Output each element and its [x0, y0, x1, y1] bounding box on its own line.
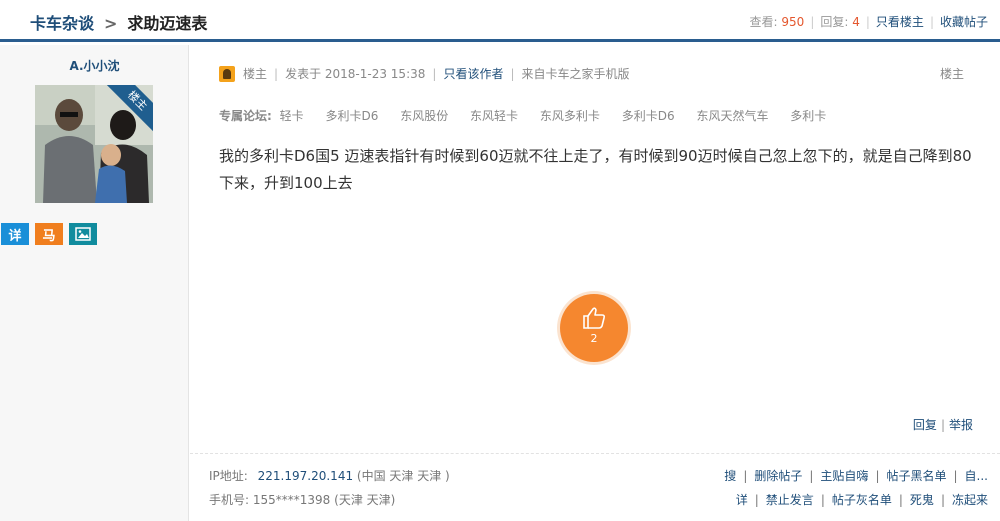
- user-level-icon: [219, 65, 235, 82]
- reply-link[interactable]: 回复: [913, 418, 937, 432]
- like-button[interactable]: 2: [560, 294, 628, 362]
- breadcrumb-separator: >: [104, 14, 118, 33]
- admin-more[interactable]: 自...: [965, 469, 988, 483]
- forum-tag[interactable]: 轻卡: [280, 109, 304, 123]
- related-forums: 专属论坛: 轻卡 多利卡D6 东风股份 东风轻卡 东风多利卡 多利卡D6 东风天…: [219, 107, 844, 124]
- post-body: 我的多利卡D6国5 迈速表指针有时候到60迈就不往上走了，有时候到90迈时候自己…: [219, 147, 972, 192]
- admin-actions-row-1: 搜 | 删除帖子 | 主贴自嗨 | 帖子黑名单 | 自...: [724, 469, 988, 483]
- post-source: 来自卡车之家手机版: [521, 67, 630, 81]
- user-detail-button[interactable]: 详: [1, 223, 29, 245]
- user-ma-button[interactable]: 马: [35, 223, 63, 245]
- avatar[interactable]: 楼主: [35, 85, 153, 203]
- ip-address[interactable]: 221.197.20.141: [258, 469, 353, 483]
- forum-tag[interactable]: 多利卡D6: [325, 109, 378, 123]
- replies-count: 4: [852, 15, 860, 29]
- phone-label: 手机号:: [209, 493, 250, 507]
- ip-location: (中国 天津 天津 ): [356, 469, 450, 483]
- views-count: 950: [781, 15, 805, 29]
- admin-blacklist[interactable]: 帖子黑名单: [886, 469, 946, 483]
- forums-label: 专属论坛:: [219, 109, 272, 123]
- replies-label: 回复:: [820, 15, 849, 29]
- post-footer: IP地址: 221.197.20.141 (中国 天津 天津 ) 手机号: 15…: [190, 453, 1000, 521]
- forum-tag[interactable]: 东风股份: [400, 109, 448, 123]
- only-author-link[interactable]: 只看该作者: [443, 65, 503, 82]
- report-link[interactable]: 举报: [949, 418, 973, 432]
- like-count: 2: [590, 332, 598, 345]
- admin-ban-speech[interactable]: 禁止发言: [766, 493, 814, 507]
- post-main: 楼主 | 发表于 2018-1-23 15:38 | 只看该作者 | 来自卡车之…: [190, 45, 1000, 521]
- post-role: 楼主: [243, 67, 268, 81]
- image-icon: [75, 227, 91, 241]
- post-time: 发表于 2018-1-23 15:38: [285, 67, 426, 81]
- admin-dead-ghost[interactable]: 死鬼: [910, 493, 934, 507]
- admin-graylist[interactable]: 帖子灰名单: [832, 493, 892, 507]
- forum-tag[interactable]: 多利卡: [790, 109, 826, 123]
- only-op-link[interactable]: 只看楼主: [876, 15, 924, 29]
- phone-info: 手机号: 155****1398 (天津 天津): [209, 491, 395, 508]
- forum-tag[interactable]: 多利卡D6: [622, 109, 675, 123]
- admin-detail[interactable]: 详: [736, 493, 748, 507]
- admin-self-hype[interactable]: 主贴自嗨: [820, 469, 868, 483]
- post-floor: 楼主: [939, 67, 964, 81]
- admin-search[interactable]: 搜: [724, 469, 736, 483]
- forum-tag[interactable]: 东风轻卡: [470, 109, 518, 123]
- topbar: 卡车杂谈 > 求助迈速表 查看: 950 | 回复: 4 | 只看楼主 | 收藏帖子: [0, 0, 1000, 42]
- admin-freeze[interactable]: 冻起来: [952, 493, 988, 507]
- user-action-buttons: 详 马: [1, 223, 97, 245]
- username-link[interactable]: A.小小沈: [0, 57, 189, 74]
- breadcrumb: 卡车杂谈 > 求助迈速表: [30, 10, 207, 34]
- post-actions: 回复 | 举报: [912, 418, 973, 432]
- views-label: 查看:: [749, 15, 778, 29]
- user-sidebar: A.小小沈 楼主 详 马: [0, 45, 189, 521]
- ip-label: IP地址:: [209, 469, 248, 483]
- phone-number: 155****1398: [252, 493, 331, 507]
- thread-title: 求助迈速表: [127, 14, 208, 33]
- forum-tag[interactable]: 东风多利卡: [540, 109, 600, 123]
- thumbs-up-icon: [583, 307, 606, 329]
- favorite-thread-link[interactable]: 收藏帖子: [940, 15, 988, 29]
- thread-stats: 查看: 950 | 回复: 4 | 只看楼主 | 收藏帖子: [749, 15, 988, 29]
- forum-tag[interactable]: 东风天然气车: [696, 109, 768, 123]
- phone-location: (天津 天津): [334, 493, 396, 507]
- breadcrumb-forum-link[interactable]: 卡车杂谈: [30, 14, 94, 33]
- post-meta: 楼主 | 发表于 2018-1-23 15:38 | 只看该作者 | 来自卡车之…: [219, 65, 630, 82]
- ip-info: IP地址: 221.197.20.141 (中国 天津 天津 ): [209, 467, 450, 484]
- admin-actions-row-2: 详 | 禁止发言 | 帖子灰名单 | 死鬼 | 冻起来: [735, 493, 988, 507]
- admin-delete-thread[interactable]: 删除帖子: [754, 469, 802, 483]
- user-image-button[interactable]: [69, 223, 97, 245]
